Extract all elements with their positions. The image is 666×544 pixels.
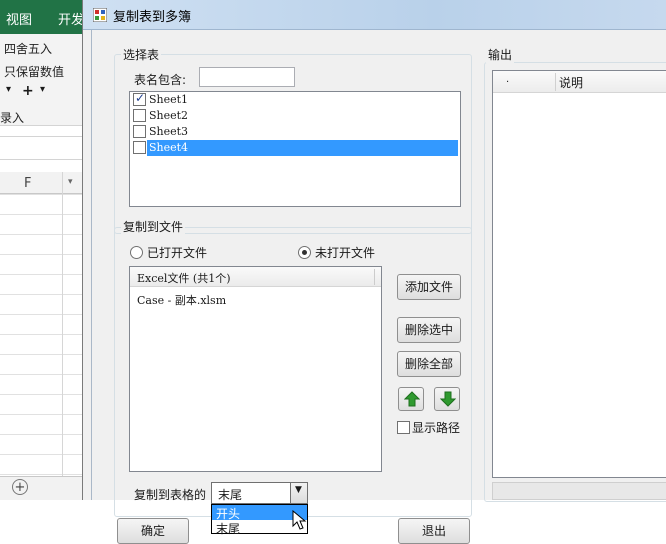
delete-all-button[interactable]: 删除全部 xyxy=(397,351,461,377)
output-scrollbar[interactable] xyxy=(492,482,666,500)
dialog-client: 选择表 表名包含: Sheet1 Sheet2 Sheet3 Sheet4 复制… xyxy=(91,30,666,544)
move-down-button[interactable] xyxy=(434,387,460,411)
column-divider xyxy=(555,73,556,91)
output-col-index[interactable]: . xyxy=(506,74,509,85)
file-list-header[interactable]: Excel文件 (共1个) xyxy=(130,267,381,287)
sheet-name: Sheet2 xyxy=(149,109,189,122)
list-item[interactable]: Sheet3 xyxy=(130,124,460,140)
arrow-down-icon xyxy=(440,391,456,407)
copy-to-file-group-label: 复制到文件 xyxy=(121,218,186,235)
list-item[interactable]: Sheet2 xyxy=(130,108,460,124)
position-label: 复制到表格的 xyxy=(134,488,207,502)
ribbon-item-entry[interactable]: 录入 xyxy=(0,109,24,126)
add-file-button[interactable]: 添加文件 xyxy=(397,274,461,300)
plus-icon[interactable]: + xyxy=(22,83,34,99)
file-list[interactable]: Excel文件 (共1个) Case - 副本.xlsm xyxy=(129,266,382,472)
worksheet-grid[interactable] xyxy=(0,194,82,476)
file-list-header-label: Excel文件 (共1个) xyxy=(137,272,231,285)
grid-divider xyxy=(62,172,63,476)
move-up-button[interactable] xyxy=(398,387,424,411)
sheet-tab-bar: + xyxy=(0,476,82,500)
column-header-label[interactable]: F xyxy=(24,176,31,191)
arrow-up-icon xyxy=(404,391,420,407)
excel-ribbon-tabs: 视图 开发 xyxy=(0,0,90,34)
sheet-checkbox[interactable] xyxy=(133,91,146,106)
radio-unopened-file[interactable] xyxy=(298,246,311,259)
position-select-dropdown[interactable]: ▼ xyxy=(290,483,307,503)
radio-unopened-file-label[interactable]: 未打开文件 xyxy=(315,244,375,261)
sheet-name: Sheet4 xyxy=(147,140,458,156)
position-select-value: 末尾 xyxy=(218,488,243,502)
chevron-down-icon: ▾ xyxy=(68,177,73,187)
formula-bar[interactable] xyxy=(0,136,82,160)
tab-developer[interactable]: 开发 xyxy=(58,9,84,28)
radio-opened-file-label[interactable]: 已打开文件 xyxy=(147,244,207,261)
output-group-label: 输出 xyxy=(486,46,515,63)
radio-opened-file[interactable] xyxy=(130,246,143,259)
ribbon-item-round[interactable]: 四舍五入 xyxy=(4,40,52,57)
sheet-name: Sheet1 xyxy=(149,93,189,106)
chevron-down-icon[interactable]: ▾ xyxy=(6,84,11,95)
app-icon xyxy=(92,7,108,23)
option-label: 末尾 xyxy=(216,522,241,536)
show-path-label[interactable]: 显示路径 xyxy=(412,419,460,436)
mouse-cursor-icon xyxy=(292,510,307,530)
ribbon-item-keep-values[interactable]: 只保留数值 xyxy=(4,63,64,80)
filter-label: 表名包含: xyxy=(134,73,187,87)
chevron-down-icon[interactable]: ▾ xyxy=(40,84,45,95)
position-select[interactable]: 末尾 ▼ xyxy=(211,482,308,504)
output-list-header: . 说明 xyxy=(493,71,666,93)
sheet-checklist[interactable]: Sheet1 Sheet2 Sheet3 Sheet4 xyxy=(129,91,461,207)
output-list[interactable]: . 说明 xyxy=(492,70,666,478)
list-item[interactable]: Sheet4 xyxy=(130,140,460,156)
sheet-checkbox[interactable] xyxy=(133,141,146,154)
copy-sheet-dialog: 复制表到多簿 选择表 表名包含: Sheet1 Sheet2 Sheet3 Sh… xyxy=(82,0,666,544)
delete-selected-button[interactable]: 删除选中 xyxy=(397,317,461,343)
column-header: F ▾ xyxy=(0,172,82,194)
select-sheet-group-label: 选择表 xyxy=(121,46,162,63)
chevron-down-icon: ▼ xyxy=(295,485,302,495)
output-col-desc[interactable]: 说明 xyxy=(559,74,583,91)
dialog-title: 复制表到多簿 xyxy=(113,10,192,25)
dialog-titlebar[interactable]: 复制表到多簿 xyxy=(83,0,666,30)
list-item[interactable]: Sheet1 xyxy=(130,91,460,108)
filter-input[interactable] xyxy=(199,67,295,87)
show-path-checkbox[interactable] xyxy=(397,421,410,434)
sheet-checkbox[interactable] xyxy=(133,109,146,122)
column-divider xyxy=(374,269,375,285)
sheet-checkbox[interactable] xyxy=(133,125,146,138)
add-sheet-icon[interactable]: + xyxy=(12,479,28,495)
sheet-name: Sheet3 xyxy=(149,125,189,138)
ok-button[interactable]: 确定 xyxy=(117,518,189,544)
list-item[interactable]: Case - 副本.xlsm xyxy=(137,292,226,308)
tab-view[interactable]: 视图 xyxy=(6,9,32,28)
exit-button[interactable]: 退出 xyxy=(398,518,470,544)
excel-ribbon: 四舍五入 只保留数值 ▾ + ▾ 录入 xyxy=(0,34,82,126)
